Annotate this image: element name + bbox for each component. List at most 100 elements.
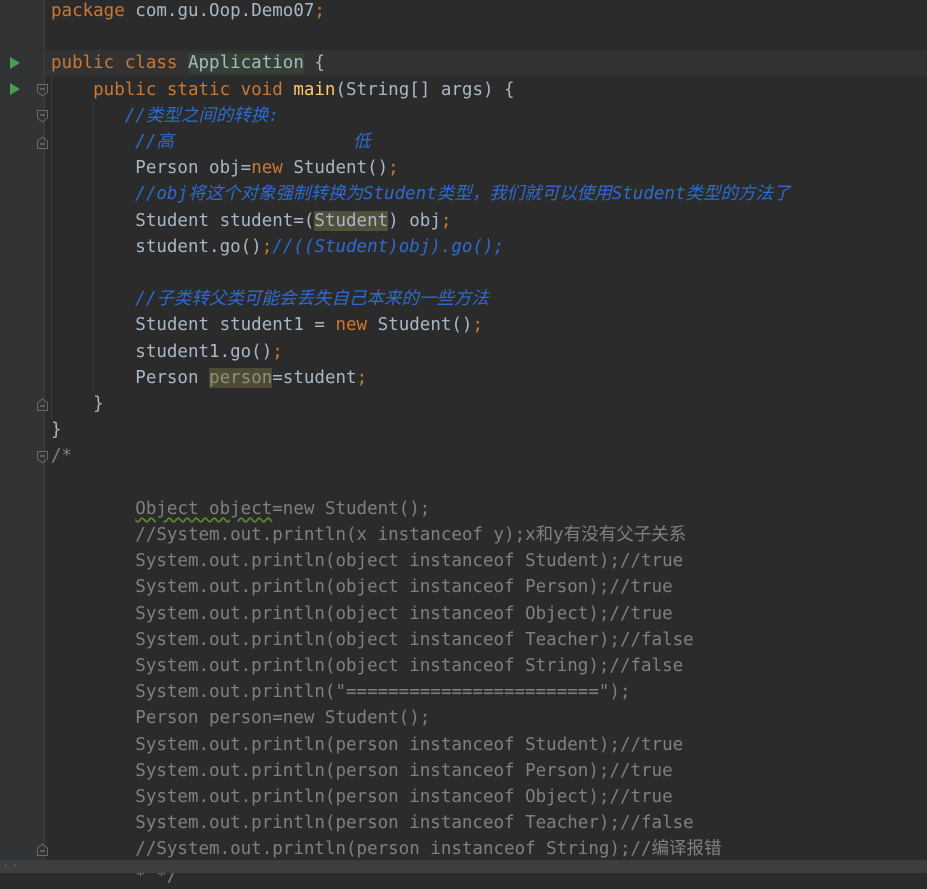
code-token: new xyxy=(251,158,294,179)
code-line-text: Person obj=new Student(); xyxy=(51,155,399,181)
code-token: System.out.println("====================… xyxy=(51,682,631,703)
code-line[interactable]: System.out.println(person instanceof Per… xyxy=(45,758,927,784)
code-line[interactable] xyxy=(45,470,927,496)
code-line-text: System.out.println(object instanceof Obj… xyxy=(51,601,673,627)
code-line-text: //System.out.println(x instanceof y);x和y… xyxy=(51,522,686,548)
code-line[interactable]: //System.out.println(person instanceof S… xyxy=(45,836,927,862)
code-line[interactable]: student.go();//((Student)obj).go(); xyxy=(45,234,927,260)
code-line-text: System.out.println("====================… xyxy=(51,679,630,705)
code-token: System.out.println(object instanceof Obj… xyxy=(51,603,673,624)
code-line-text: System.out.println(object instanceof Str… xyxy=(51,653,683,679)
code-line[interactable]: Student student1 = new Student(); xyxy=(45,312,927,338)
code-line[interactable]: System.out.println(object instanceof Tea… xyxy=(45,627,927,653)
code-line-text: Object object=new Student(); xyxy=(51,496,430,522)
code-token: 子类转父类可能会丢失自己本来的一些方法 xyxy=(156,289,489,310)
code-line-text: Person person=student; xyxy=(51,365,367,391)
code-line-text: System.out.println(person instanceof Stu… xyxy=(51,732,683,758)
code-line[interactable]: public class Application { xyxy=(45,50,927,77)
code-token: System.out.println(object instanceof Tea… xyxy=(51,629,694,650)
code-token: //System.out.println(person instanceof S… xyxy=(51,839,652,860)
code-line-text: Student student=(Student) obj; xyxy=(51,208,451,234)
code-token: System.out.println(person instanceof Obj… xyxy=(51,787,673,807)
code-token: 将这个对象强制转换为 xyxy=(187,184,363,205)
code-token: person xyxy=(209,367,273,388)
code-token: 编译报错 xyxy=(651,839,722,860)
code-line-text: //高 低 xyxy=(51,129,370,155)
code-line[interactable]: System.out.println(object instanceof Per… xyxy=(45,574,927,600)
code-line[interactable]: Student student=(Student) obj; xyxy=(45,208,927,234)
code-token: Student() xyxy=(377,315,473,336)
code-token: main xyxy=(293,79,336,100)
code-token: package xyxy=(51,1,136,21)
code-line[interactable]: //obj将这个对象强制转换为Student类型，我们就可以使用Student类… xyxy=(45,181,927,207)
code-line[interactable]: } xyxy=(45,417,927,443)
code-token: /* xyxy=(51,446,73,467)
code-token: Application xyxy=(187,53,304,74)
code-token: Student xyxy=(611,184,686,205)
code-line[interactable]: System.out.println("====================… xyxy=(45,679,927,705)
code-line[interactable]: //System.out.println(x instanceof y);x和y… xyxy=(45,522,927,548)
code-token: Student student=( xyxy=(51,210,315,231)
code-line-text: System.out.println(object instanceof Stu… xyxy=(51,548,683,574)
code-line[interactable] xyxy=(45,24,927,50)
code-line-text: System.out.println(object instanceof Per… xyxy=(51,574,673,600)
code-line[interactable]: } xyxy=(45,391,927,417)
code-token: 类型，我们就可以使用 xyxy=(436,184,612,205)
code-line[interactable]: Object object=new Student(); xyxy=(45,496,927,522)
code-line-text: System.out.println(person instanceof Per… xyxy=(51,758,673,784)
code-line-text: student.go();//((Student)obj).go(); xyxy=(51,234,504,260)
code-line-text: System.out.println(person instanceof Obj… xyxy=(51,784,673,810)
code-token: =new Student(); xyxy=(272,498,431,519)
code-line[interactable]: Person person=student; xyxy=(45,365,927,391)
code-token: //obj xyxy=(51,184,188,205)
code-token: y xyxy=(553,525,564,545)
code-line[interactable]: System.out.println(person instanceof Obj… xyxy=(45,784,927,810)
status-indicator-icon: · · xyxy=(3,861,18,870)
code-token: =student xyxy=(272,367,357,388)
code-line[interactable]: System.out.println(person instanceof Tea… xyxy=(45,810,927,836)
code-token: public class xyxy=(51,53,188,74)
code-line-text: package com.gu.Oop.Demo07; xyxy=(51,0,325,24)
code-token: new xyxy=(335,315,378,336)
code-line[interactable]: System.out.println(object instanceof Stu… xyxy=(45,548,927,574)
code-line[interactable]: Person obj=new Student(); xyxy=(45,155,927,181)
code-token: } xyxy=(51,420,62,441)
code-editor[interactable]: package com.gu.Oop.Demo07; public class A… xyxy=(45,0,927,886)
code-line[interactable]: /* xyxy=(45,443,927,469)
code-line-text: } xyxy=(51,417,62,443)
code-line[interactable]: package com.gu.Oop.Demo07; xyxy=(45,0,927,24)
code-token: System.out.println(person instanceof Tea… xyxy=(51,813,694,834)
code-line-text: System.out.println(object instanceof Tea… xyxy=(51,627,694,653)
code-token: Object object xyxy=(135,498,273,519)
code-token: Student xyxy=(314,210,389,231)
code-line-text: //obj将这个对象强制转换为Student类型，我们就可以使用Student类… xyxy=(51,181,790,207)
code-token: } xyxy=(51,394,104,414)
code-token: // xyxy=(51,289,157,310)
code-token: (String[] args) { xyxy=(335,79,515,100)
code-token: ; xyxy=(472,315,484,336)
code-line-text: } xyxy=(51,391,104,417)
code-line-text: public class Application { xyxy=(51,50,325,76)
code-line[interactable]: //类型之间的转换: xyxy=(45,103,927,129)
run-main-icon[interactable] xyxy=(10,83,20,95)
code-line[interactable]: System.out.println(object instanceof Obj… xyxy=(45,601,927,627)
code-line[interactable]: student1.go(); xyxy=(45,339,927,365)
code-token: ; xyxy=(388,158,399,179)
run-class-icon[interactable] xyxy=(10,57,20,69)
code-line-text: Person person=new Student(); xyxy=(51,705,430,731)
code-token: ; xyxy=(272,341,283,362)
code-token: System.out.println(object instanceof Per… xyxy=(51,577,673,598)
code-line[interactable]: //高 低 xyxy=(45,129,927,155)
code-line[interactable]: System.out.println(person instanceof Stu… xyxy=(45,732,927,758)
code-token: { xyxy=(303,53,325,74)
code-token: 和 xyxy=(535,525,554,545)
code-token: student.go() xyxy=(51,236,262,257)
code-line[interactable]: //子类转父类可能会丢失自己本来的一些方法 xyxy=(45,286,927,312)
code-line[interactable]: System.out.println(object instanceof Str… xyxy=(45,653,927,679)
code-token: 高 低 xyxy=(156,132,371,152)
code-line[interactable]: Person person=new Student(); xyxy=(45,705,927,731)
code-line[interactable]: public static void main(String[] args) { xyxy=(45,77,927,103)
code-token: System.out.println(person instanceof Per… xyxy=(51,760,673,781)
code-token: ; xyxy=(314,1,325,21)
code-line[interactable] xyxy=(45,260,927,286)
